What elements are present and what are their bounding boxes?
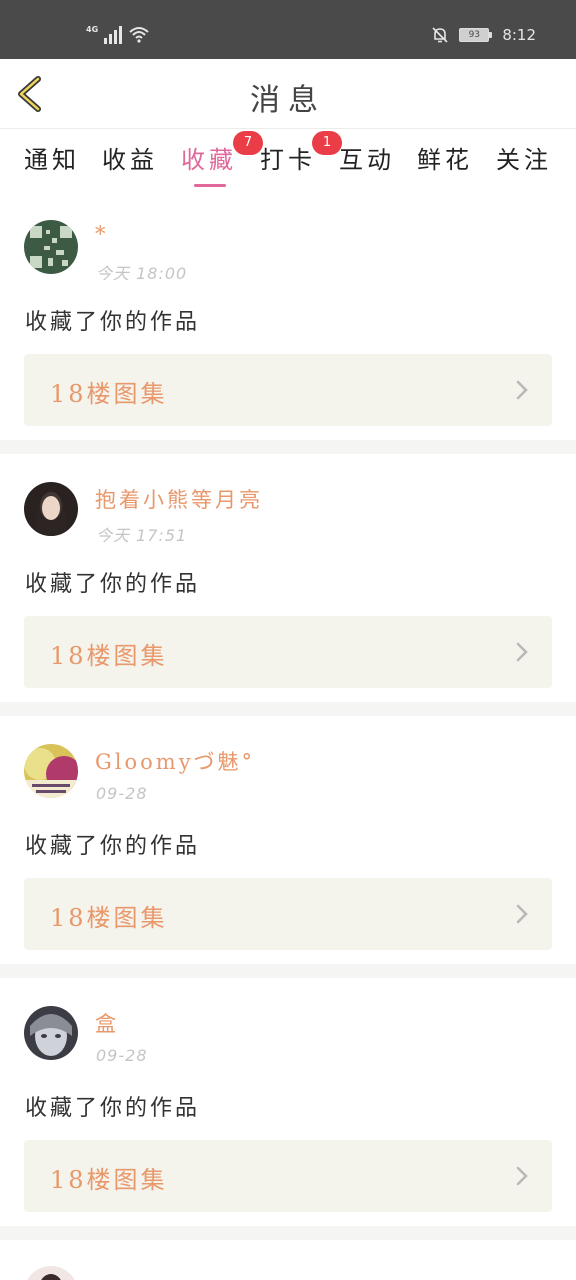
network-type: 4G <box>86 25 99 34</box>
work-title: 18楼图集 <box>50 904 168 932</box>
wifi-icon <box>129 27 149 43</box>
action-text: 收藏了你的作品 <box>25 572 201 597</box>
work-link[interactable]: 18楼图集 <box>24 354 552 426</box>
chevron-right-icon <box>516 642 528 662</box>
battery-level: 93 <box>468 30 481 40</box>
tab-label: 鲜花 <box>417 146 473 174</box>
timestamp: 今天 18:00 <box>96 264 188 283</box>
tab-notifications[interactable]: 通知 <box>24 140 80 175</box>
system-status: 93 8:12 <box>431 26 536 44</box>
chevron-right-icon <box>516 904 528 924</box>
tab-label: 通知 <box>24 146 80 174</box>
page-title: 消息 <box>250 83 326 118</box>
tab-label: 收益 <box>102 146 158 174</box>
bell-off-icon <box>432 27 448 43</box>
app-header: 消息 <box>0 59 576 129</box>
action-text: 收藏了你的作品 <box>25 834 201 859</box>
timestamp: 09-28 <box>96 1046 148 1065</box>
tab-label: 打卡 <box>260 146 316 174</box>
tab-bar: 通知 收益 收藏 7 打卡 1 互动 鲜花 关注 <box>0 130 576 192</box>
list-item <box>0 1240 576 1280</box>
message-list: * 今天 18:00 收藏了你的作品 18楼图集 抱着小熊等月亮 今天 17:5… <box>0 192 576 1280</box>
divider <box>0 440 576 454</box>
avatar[interactable] <box>24 220 78 274</box>
work-title: 18楼图集 <box>50 380 168 408</box>
tab-label: 收藏 <box>181 146 237 174</box>
list-item: * 今天 18:00 收藏了你的作品 18楼图集 <box>0 192 576 440</box>
username[interactable]: Gloomyづ魅° <box>95 746 255 776</box>
tab-favorites[interactable]: 收藏 7 <box>181 131 263 175</box>
work-link[interactable]: 18楼图集 <box>24 616 552 688</box>
tab-flowers[interactable]: 鲜花 <box>417 140 473 175</box>
divider <box>0 964 576 978</box>
username[interactable]: 抱着小熊等月亮 <box>95 484 263 514</box>
tab-earnings[interactable]: 收益 <box>102 140 158 175</box>
avatar[interactable] <box>24 482 78 536</box>
avatar[interactable] <box>24 1006 78 1060</box>
active-tab-indicator <box>194 184 226 187</box>
tab-label: 关注 <box>496 146 552 174</box>
tab-badge: 1 <box>312 131 342 155</box>
tab-follows[interactable]: 关注 <box>496 140 552 175</box>
work-title: 18楼图集 <box>50 1166 168 1194</box>
chevron-right-icon <box>516 1166 528 1186</box>
avatar[interactable] <box>24 744 78 798</box>
work-title: 18楼图集 <box>50 642 168 670</box>
username[interactable]: 盒 <box>95 1008 119 1038</box>
action-text: 收藏了你的作品 <box>25 310 201 335</box>
tab-badge: 7 <box>233 131 263 155</box>
avatar[interactable] <box>24 1266 78 1280</box>
divider <box>0 702 576 716</box>
list-item: 盒 09-28 收藏了你的作品 18楼图集 <box>0 978 576 1226</box>
list-item: 抱着小熊等月亮 今天 17:51 收藏了你的作品 18楼图集 <box>0 454 576 702</box>
network-status: 4G <box>86 24 150 44</box>
timestamp: 09-28 <box>96 784 148 803</box>
username[interactable]: * <box>95 222 109 246</box>
chevron-right-icon <box>516 380 528 400</box>
tab-label: 互动 <box>339 146 395 174</box>
list-item: Gloomyづ魅° 09-28 收藏了你的作品 18楼图集 <box>0 716 576 964</box>
clock: 8:12 <box>502 26 536 44</box>
action-text: 收藏了你的作品 <box>25 1096 201 1121</box>
work-link[interactable]: 18楼图集 <box>24 1140 552 1212</box>
timestamp: 今天 17:51 <box>96 526 188 545</box>
signal-icon <box>104 24 123 44</box>
status-bar: 4G 93 8:12 <box>0 0 576 59</box>
work-link[interactable]: 18楼图集 <box>24 878 552 950</box>
battery-icon: 93 <box>459 28 493 42</box>
tab-interaction[interactable]: 互动 <box>339 140 395 175</box>
divider <box>0 1226 576 1240</box>
tab-checkin[interactable]: 打卡 1 <box>260 131 342 175</box>
